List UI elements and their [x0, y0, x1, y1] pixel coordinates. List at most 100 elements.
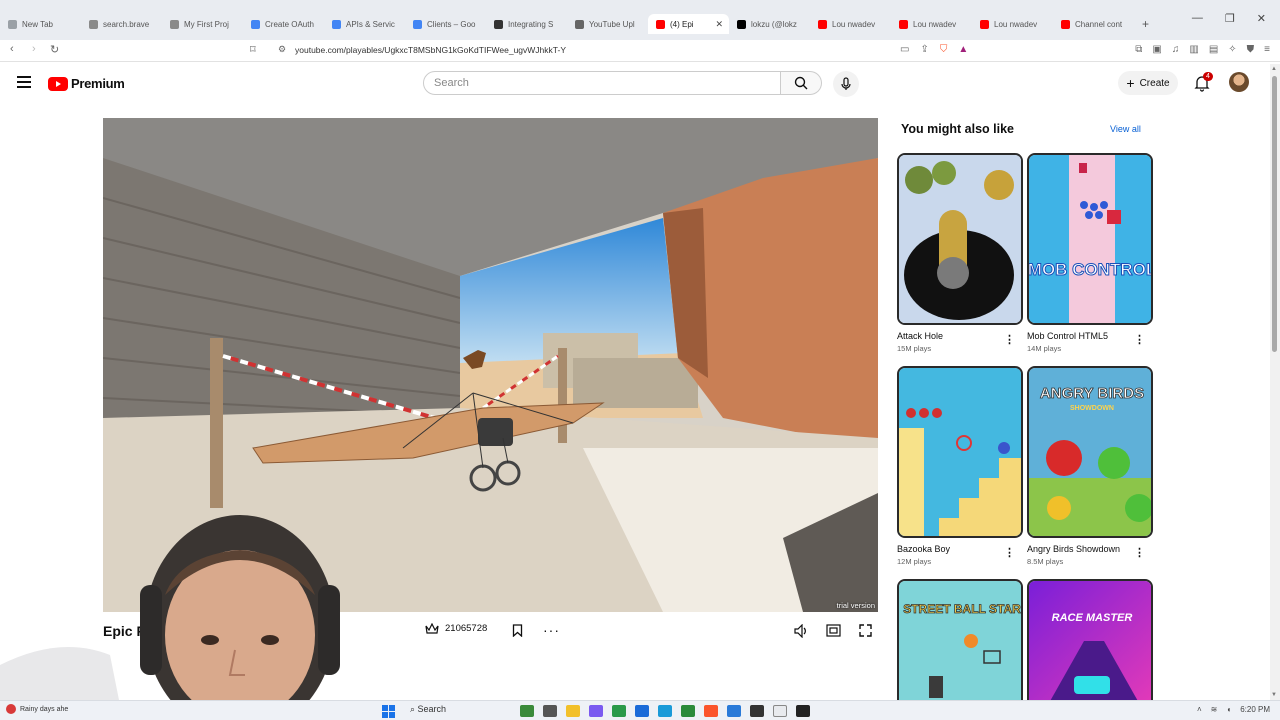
taskbar-search[interactable]: ⌕ Search [410, 704, 446, 715]
search-button[interactable] [781, 71, 822, 95]
address-bar[interactable]: ⚙ youtube.com/playables/UgkxcT8MSbNG1kGo… [270, 42, 990, 60]
fullscreen-icon[interactable] [859, 624, 872, 637]
browser-tab[interactable]: Integrating S [486, 14, 567, 34]
tray-chevron-icon[interactable]: ˄ [1197, 705, 1202, 714]
game-card-bazooka-boy[interactable]: Bazooka Boy 12M plays ⋮ [897, 366, 1023, 566]
game-card-angry-birds[interactable]: ANGRY BIRDS SHOWDOWN Angry Birds Showdow… [1027, 366, 1153, 566]
game-card-attack-hole[interactable]: Attack Hole 15M plays ⋮ [897, 153, 1023, 353]
taskbar-apps [520, 705, 810, 717]
address-bar-actions: ▭ ⇪ ⛉ ▲ [900, 44, 968, 55]
card-more-icon[interactable]: ⋮ [1134, 546, 1145, 559]
voice-search-button[interactable] [833, 71, 859, 97]
tab-favicon-icon [1061, 19, 1070, 29]
game-thumbnail[interactable] [897, 366, 1023, 538]
game-thumbnail[interactable]: ANGRY BIRDS SHOWDOWN [1027, 366, 1153, 538]
browser-tab[interactable]: lokzu (@lokz [729, 14, 810, 34]
music-icon[interactable]: ♫ [1172, 44, 1180, 55]
game-card-street-ball-star[interactable]: STREET BALL STAR [897, 579, 1023, 701]
browser-tab[interactable]: (4) Epi ✕ [648, 14, 729, 34]
app-icon[interactable] [543, 705, 557, 717]
browser-tab[interactable]: Clients – Goo [405, 14, 486, 34]
minimize-icon[interactable]: — [1192, 12, 1203, 25]
bookmark-page-icon[interactable]: ⌑ [250, 43, 256, 56]
leo-icon[interactable]: ✧ [1228, 44, 1236, 55]
game-thumbnail[interactable]: STREET BALL STAR [897, 579, 1023, 701]
reload-icon[interactable]: ↻ [50, 43, 59, 56]
browser-tab[interactable]: Lou nwadev [891, 14, 972, 34]
restore-icon[interactable]: ❐ [1225, 12, 1235, 25]
windows-start-icon[interactable] [382, 705, 395, 718]
site-info-icon[interactable]: ⚙ [278, 44, 286, 55]
clock[interactable]: 6:20 PM [1240, 705, 1270, 714]
theater-mode-icon[interactable] [826, 624, 841, 637]
game-thumbnail[interactable] [897, 153, 1023, 325]
browser-tab[interactable]: search.brave [81, 14, 162, 34]
brave-icon[interactable] [704, 705, 718, 717]
card-more-icon[interactable]: ⋮ [1134, 333, 1145, 346]
avatar[interactable] [1229, 72, 1249, 92]
game-card-mob-control[interactable]: MOB CONTROL Mob Control HTML5 14M plays … [1027, 153, 1153, 353]
vscode-icon[interactable] [727, 705, 741, 717]
volume-icon[interactable] [793, 624, 809, 638]
app-icon[interactable] [750, 705, 764, 717]
game-thumbnail[interactable]: MOB CONTROL [1027, 153, 1153, 325]
create-button[interactable]: + Create [1118, 71, 1178, 95]
app-icon[interactable] [589, 705, 603, 717]
game-card-race-master[interactable]: RACE MASTER [1027, 579, 1153, 701]
excel-icon[interactable] [681, 705, 695, 717]
browser-tab[interactable]: My First Proj [162, 14, 243, 34]
cast-icon[interactable]: ▭ [900, 44, 909, 55]
tab-label: APIs & Servic [346, 19, 395, 29]
tab-search-icon[interactable]: ▤ [1209, 44, 1218, 55]
wallet-icon[interactable]: ▣ [1152, 44, 1161, 55]
guide-menu-icon[interactable] [17, 76, 31, 91]
card-more-icon[interactable]: ⋮ [1004, 333, 1015, 346]
browser-tab[interactable]: APIs & Servic [324, 14, 405, 34]
browser-tab[interactable]: Channel cont [1053, 14, 1134, 34]
browser-tab[interactable]: Lou nwadev [810, 14, 891, 34]
speaker-icon[interactable]: ◖ [1226, 705, 1231, 714]
app-icon[interactable] [773, 705, 787, 717]
back-icon[interactable]: ‹ [10, 43, 14, 55]
extensions-icon[interactable]: ⧉ [1135, 44, 1142, 55]
brave-rewards-icon[interactable]: ▲ [958, 44, 968, 55]
edge-icon[interactable] [658, 705, 672, 717]
scroll-up-icon[interactable]: ▲ [1271, 66, 1277, 72]
crown-icon [425, 623, 439, 634]
scroll-down-icon[interactable]: ▼ [1271, 692, 1277, 698]
wifi-icon[interactable]: ≋ [1211, 705, 1218, 714]
tab-favicon-icon [980, 19, 989, 29]
app-icon[interactable] [520, 705, 534, 717]
close-tab-icon[interactable]: ✕ [715, 19, 723, 30]
app-icon[interactable] [612, 705, 626, 717]
scrollbar-thumb[interactable] [1272, 76, 1277, 352]
race-master-thumbnail-image: RACE MASTER [1029, 581, 1151, 701]
youtube-premium-logo[interactable]: Premium [48, 76, 125, 91]
weather-widget[interactable]: Rainy days ahe [20, 706, 68, 713]
more-actions-icon[interactable]: ··· [543, 622, 560, 638]
tab-favicon-icon [899, 19, 908, 29]
brave-shields-icon[interactable]: ⛉ [940, 44, 948, 55]
search-input[interactable]: Search [423, 71, 781, 95]
app-icon[interactable] [635, 705, 649, 717]
new-tab-icon[interactable]: + [1142, 14, 1149, 34]
menu-icon[interactable]: ≡ [1264, 44, 1270, 55]
browser-tab[interactable]: Lou nwadev [972, 14, 1053, 34]
system-tray: ˄ ≋ ◖ 6:20 PM [1197, 705, 1270, 714]
url-text: youtube.com/playables/UgkxcT8MSbNG1kGoKd… [295, 45, 567, 55]
sidebar-toggle-icon[interactable]: ▥ [1189, 44, 1198, 55]
browser-tab[interactable]: Create OAuth [243, 14, 324, 34]
save-bookmark-icon[interactable] [512, 624, 523, 637]
folder-icon[interactable] [566, 705, 580, 717]
share-icon[interactable]: ⇪ [920, 44, 928, 55]
game-thumbnail[interactable]: RACE MASTER [1027, 579, 1153, 701]
forward-icon[interactable]: › [32, 43, 36, 55]
vpn-icon[interactable]: ⛊ [1247, 44, 1255, 55]
browser-tab[interactable]: YouTube Upl [567, 14, 648, 34]
close-window-icon[interactable]: ✕ [1257, 12, 1266, 25]
browser-tab[interactable]: New Tab [0, 14, 81, 34]
epic-games-icon[interactable] [796, 705, 810, 717]
page-scrollbar[interactable]: ▲ ▼ [1270, 64, 1280, 700]
card-more-icon[interactable]: ⋮ [1004, 546, 1015, 559]
view-all-link[interactable]: View all [1110, 124, 1141, 134]
